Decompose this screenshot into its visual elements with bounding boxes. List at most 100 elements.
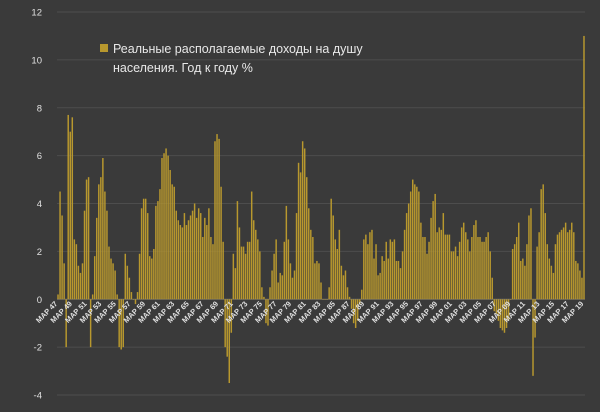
bar [285, 205, 288, 300]
bar [248, 241, 251, 300]
bar [210, 237, 212, 300]
bar [57, 294, 59, 300]
bar [554, 244, 557, 300]
bar [163, 153, 165, 300]
bar [332, 215, 334, 300]
bar [579, 270, 581, 300]
bar [142, 198, 145, 300]
bar [342, 275, 345, 300]
bar [444, 234, 447, 300]
bar [102, 158, 104, 300]
bar [430, 217, 432, 300]
bar [108, 246, 110, 300]
bar [126, 265, 129, 300]
bar [361, 289, 363, 300]
bar [564, 222, 567, 300]
bar [483, 241, 485, 300]
bar [199, 213, 202, 300]
bar [85, 179, 88, 300]
bar [183, 213, 186, 300]
bar [61, 215, 63, 300]
bar [489, 251, 491, 300]
bar [138, 253, 141, 300]
bar [577, 263, 579, 300]
bar [179, 225, 182, 300]
bar [306, 177, 308, 300]
bar [303, 148, 306, 300]
bar [479, 237, 481, 300]
y-tick-label: -4 [34, 391, 42, 402]
bar [259, 251, 261, 300]
bar [440, 229, 443, 300]
bar [63, 263, 65, 300]
bar [416, 186, 418, 300]
bar [177, 220, 180, 300]
bar [424, 237, 426, 300]
bar [383, 260, 385, 300]
bar [465, 232, 467, 300]
bar [558, 232, 561, 300]
bar [116, 294, 118, 300]
bar [556, 234, 559, 300]
bar [149, 256, 151, 300]
bar [81, 263, 84, 300]
bar [365, 234, 367, 300]
y-tick-label: 10 [31, 55, 42, 66]
bar [522, 258, 524, 300]
bar [136, 292, 139, 300]
bar [175, 210, 177, 300]
bar [77, 265, 80, 300]
bar [195, 217, 198, 300]
bar [204, 217, 206, 300]
bar [328, 287, 330, 300]
bar [187, 220, 190, 300]
bar [206, 225, 208, 300]
bar [301, 141, 304, 300]
bar [454, 246, 457, 300]
bar [69, 131, 71, 300]
bar [452, 251, 455, 300]
bar [220, 186, 222, 300]
bar [324, 299, 326, 300]
bar [246, 241, 249, 300]
bar [279, 272, 281, 300]
bar [75, 244, 78, 300]
bar [511, 248, 514, 300]
bar [67, 114, 69, 300]
bar [442, 213, 445, 300]
bar [367, 244, 369, 300]
bar [573, 232, 575, 300]
y-tick-label: 8 [37, 103, 42, 114]
legend-label-line-1: Реальные располагаемые доходы на душу [113, 42, 363, 56]
bar [399, 268, 402, 300]
bar [240, 246, 243, 300]
bar [216, 134, 218, 300]
bar [552, 272, 555, 300]
bar [387, 258, 390, 300]
bar [318, 263, 320, 300]
bar [79, 272, 82, 300]
bar [93, 256, 96, 300]
bar [379, 272, 381, 300]
bar [71, 117, 74, 300]
bar [467, 239, 469, 300]
bar [106, 210, 108, 300]
bar [458, 241, 461, 300]
bar [132, 299, 135, 300]
bar [314, 263, 316, 300]
bar [281, 275, 283, 300]
y-tick-label: 0 [37, 295, 42, 306]
bar [153, 248, 155, 300]
bar [481, 241, 483, 300]
bar [369, 232, 371, 300]
bar [381, 256, 383, 300]
bar [377, 275, 379, 300]
bar [460, 227, 463, 300]
bar [373, 258, 375, 300]
y-tick-label: 6 [37, 151, 42, 162]
bar [189, 215, 192, 300]
bar [193, 203, 196, 300]
bar [173, 186, 175, 300]
bar [422, 237, 424, 300]
bar [312, 237, 314, 300]
